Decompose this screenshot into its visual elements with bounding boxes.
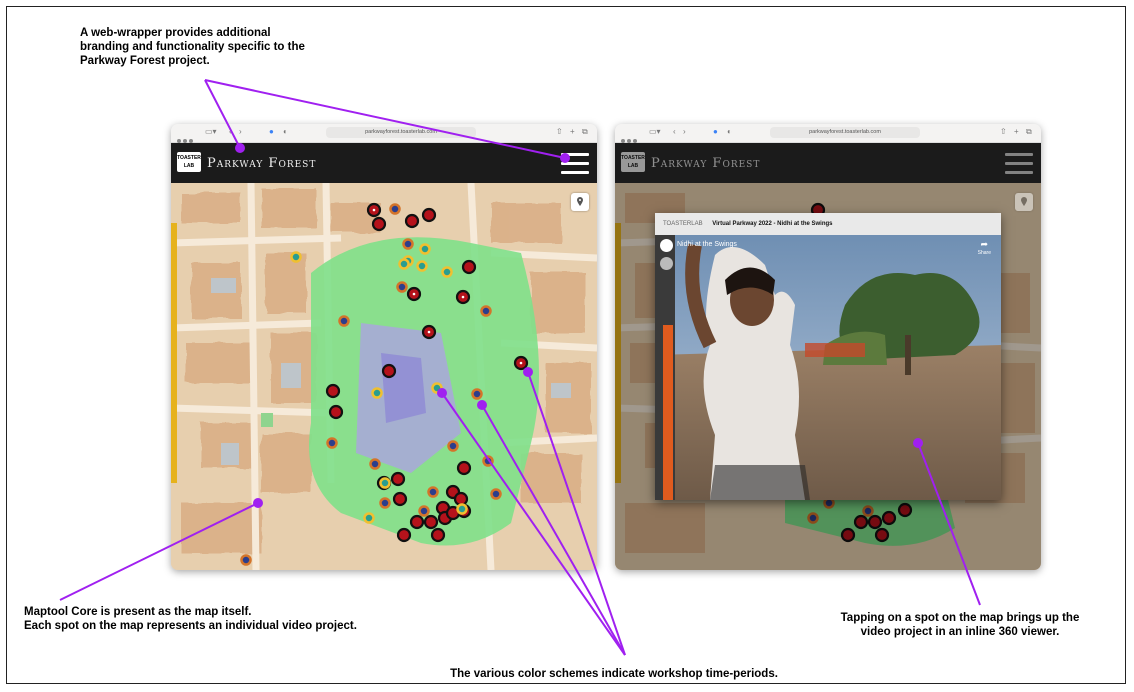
url-bar[interactable]: parkwayforest.toasterlab.com xyxy=(770,127,920,138)
browser-window-left: ▭▾ ‹ › ● ◐ parkwayforest.toasterlab.com … xyxy=(171,124,597,570)
hamburger-menu-icon[interactable] xyxy=(1005,153,1033,175)
annotation-tapping-line1: Tapping on a spot on the map brings up t… xyxy=(840,612,1080,624)
back-icon[interactable]: ‹ xyxy=(229,127,232,136)
location-pin-button[interactable] xyxy=(571,193,589,211)
annotation-maptool-line1: Maptool Core is present as the map itsel… xyxy=(24,606,252,618)
annotation-tapping: Tapping on a spot on the map brings up t… xyxy=(800,611,1120,639)
location-pin-icon xyxy=(577,197,583,206)
new-tab-icon[interactable]: + xyxy=(1014,127,1019,136)
annotation-wrapper: A web-wrapper provides additional brandi… xyxy=(80,27,305,67)
viewer-source: TOASTERLAB xyxy=(663,221,703,227)
annotation-colors: The various color schemes indicate works… xyxy=(450,668,778,680)
logo-text-bottom: LAB xyxy=(183,163,195,169)
toasterlab-logo[interactable]: TOASTER LAB xyxy=(177,152,201,172)
share-icon[interactable]: ⇧ xyxy=(556,127,563,136)
logo-text-bottom: LAB xyxy=(627,163,639,169)
share-icon[interactable]: ⇧ xyxy=(1000,127,1007,136)
browser-window-right: ▭▾ ‹ › ● ◐ parkwayforest.toasterlab.com … xyxy=(615,124,1041,570)
browser-toolbar: ▭▾ ‹ › ● ◐ parkwayforest.toasterlab.com … xyxy=(171,124,597,143)
logo-text-top: TOASTER xyxy=(177,155,201,161)
viewer-title-bar: TOASTERLAB Virtual Parkway 2022 - Nidhi … xyxy=(655,213,1001,235)
map-view[interactable]: TOASTERLAB Virtual Parkway 2022 - Nidhi … xyxy=(615,183,1041,570)
app-header: TOASTER LAB Parkway Forest xyxy=(615,143,1041,183)
annotation-maptool: Maptool Core is present as the map itsel… xyxy=(24,605,454,633)
location-pin-icon xyxy=(1021,197,1027,206)
sidebar-icon[interactable]: ▭▾ xyxy=(205,127,217,136)
tabs-icon[interactable]: ⧉ xyxy=(1026,127,1032,137)
browser-toolbar: ▭▾ ‹ › ● ◐ parkwayforest.toasterlab.com … xyxy=(615,124,1041,143)
new-tab-icon[interactable]: + xyxy=(570,127,575,136)
video-360-viewer[interactable]: TOASTERLAB Virtual Parkway 2022 - Nidhi … xyxy=(655,213,1001,500)
app-header: TOASTER LAB Parkway Forest xyxy=(171,143,597,183)
shield-icon: ● xyxy=(713,127,718,136)
hamburger-menu-icon[interactable] xyxy=(561,153,589,175)
map-view[interactable] xyxy=(171,183,597,570)
annotation-maptool-line2: Each spot on the map represents an indiv… xyxy=(24,620,357,632)
sidebar-icon[interactable]: ▭▾ xyxy=(649,127,661,136)
video-player[interactable]: Nidhi at the Swings ➦ Share xyxy=(655,235,1001,500)
logo-text-top: TOASTER xyxy=(621,155,645,161)
annotation-tapping-line2: video project in an inline 360 viewer. xyxy=(860,626,1060,638)
half-circle-icon: ◐ xyxy=(727,127,732,136)
map-canvas[interactable] xyxy=(171,183,597,570)
video-frame[interactable] xyxy=(655,235,1001,500)
toasterlab-logo[interactable]: TOASTER LAB xyxy=(621,152,645,172)
channel-avatar-secondary xyxy=(660,257,673,270)
share-icon: ➦ xyxy=(980,239,989,249)
shield-icon: ● xyxy=(269,127,274,136)
url-bar[interactable]: parkwayforest.toasterlab.com xyxy=(326,127,476,138)
channel-avatar[interactable] xyxy=(660,239,673,252)
share-label: Share xyxy=(977,250,991,256)
forward-icon[interactable]: › xyxy=(683,127,686,136)
location-pin-button[interactable] xyxy=(1015,193,1033,211)
brand-title: Parkway Forest xyxy=(207,156,317,171)
back-icon[interactable]: ‹ xyxy=(673,127,676,136)
tabs-icon[interactable]: ⧉ xyxy=(582,127,588,137)
share-button[interactable]: ➦ Share xyxy=(978,239,991,256)
video-label: Nidhi at the Swings xyxy=(677,241,737,248)
half-circle-icon: ◐ xyxy=(283,127,288,136)
viewer-title: Virtual Parkway 2022 - Nidhi at the Swin… xyxy=(712,221,833,227)
brand-title: Parkway Forest xyxy=(651,156,761,171)
forward-icon[interactable]: › xyxy=(239,127,242,136)
